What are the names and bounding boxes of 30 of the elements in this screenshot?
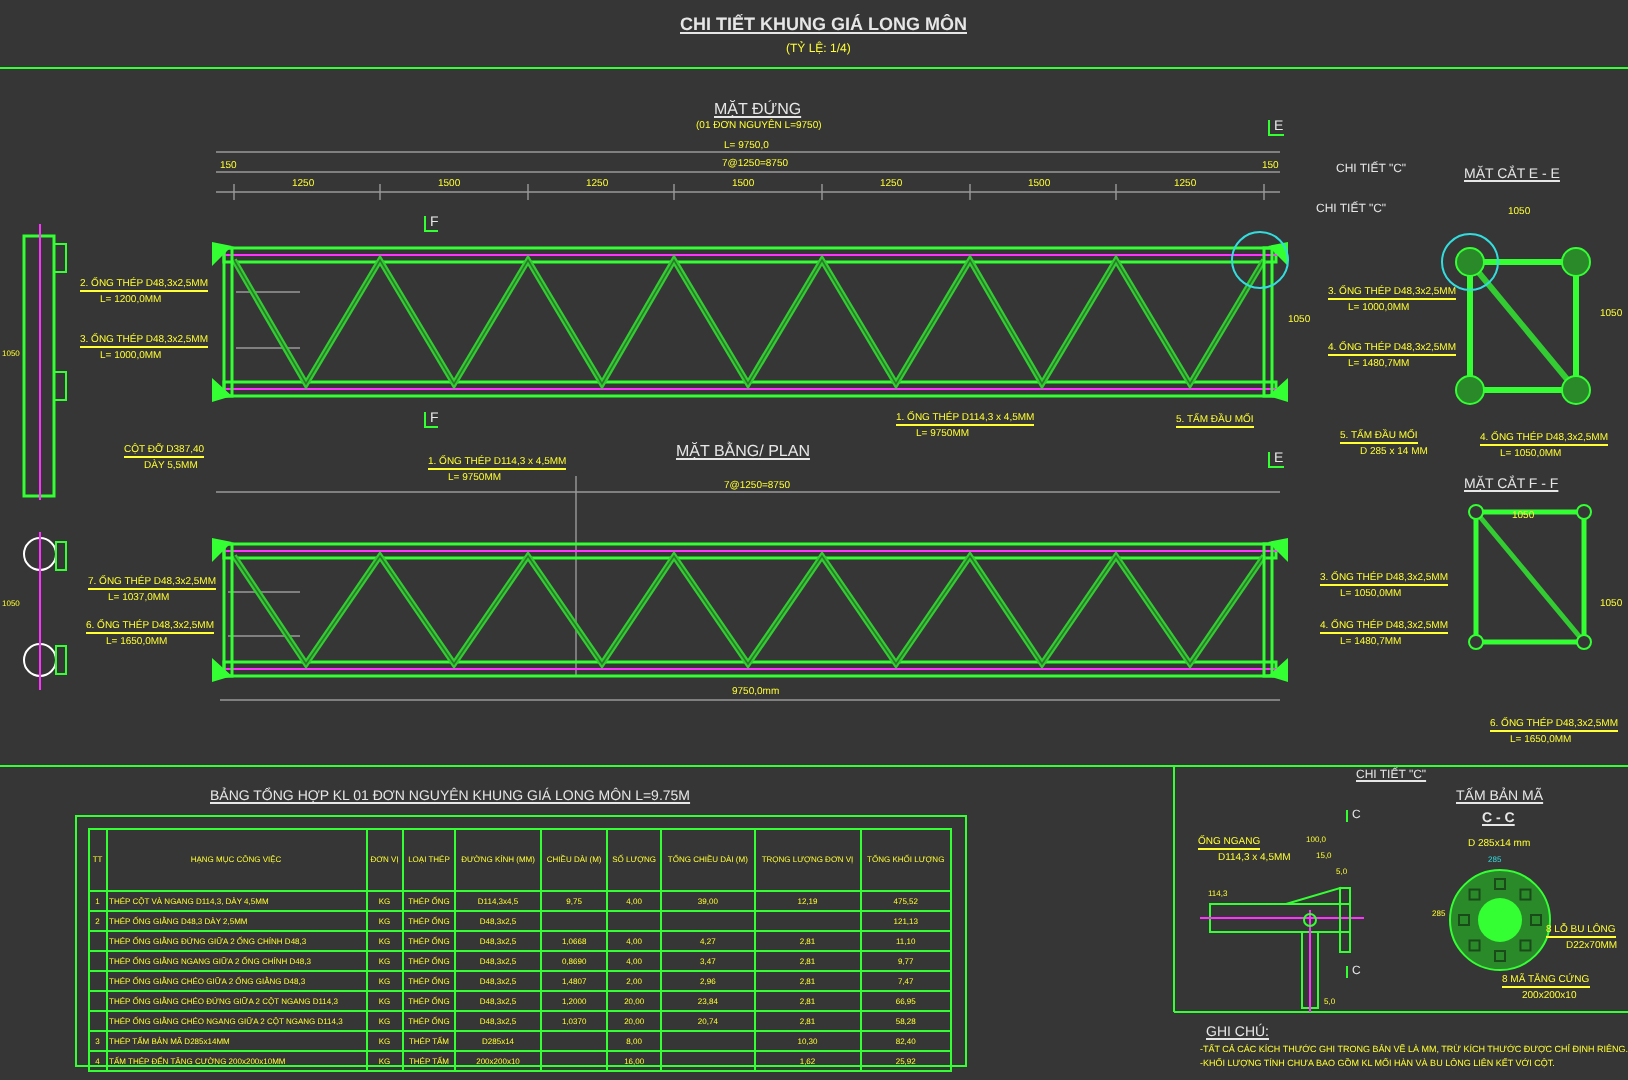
table-cell: [661, 911, 755, 931]
table-cell: [541, 911, 608, 931]
leader-line: [227, 591, 301, 593]
dimension-tick: [527, 183, 529, 201]
leader-line: [235, 347, 301, 349]
leader-line: [235, 291, 301, 293]
table-cell: [89, 931, 107, 951]
dimension-tick: [821, 183, 823, 201]
dimension-tick: [1263, 183, 1265, 201]
sheet-title: CHI TIẾT KHUNG GIÁ LONG MÔN: [680, 16, 967, 34]
table-cell: [661, 1051, 755, 1071]
detail-circle: [1231, 231, 1289, 289]
table-cell: [89, 971, 107, 991]
view-title: MẶT BẰNG/ PLAN: [676, 444, 810, 460]
view-title: MẶT ĐỨNG: [714, 102, 802, 118]
table-cell: [754, 911, 861, 931]
dimension-tick: [673, 183, 675, 201]
table-cell: [89, 991, 107, 1011]
leader-line: [227, 635, 301, 637]
table-cell: [89, 1011, 107, 1031]
dimension-tick: [233, 183, 235, 201]
table-cell: [541, 1031, 608, 1051]
table-cell: [661, 1031, 755, 1051]
dimension-tick: [969, 183, 971, 201]
table-cell: [607, 911, 662, 931]
base-plate-drawing: [1449, 869, 1551, 971]
dimension-tick: [1115, 183, 1117, 201]
table-cell: [89, 951, 107, 971]
table-cell: [541, 1051, 608, 1071]
dimension-tick: [379, 183, 381, 201]
